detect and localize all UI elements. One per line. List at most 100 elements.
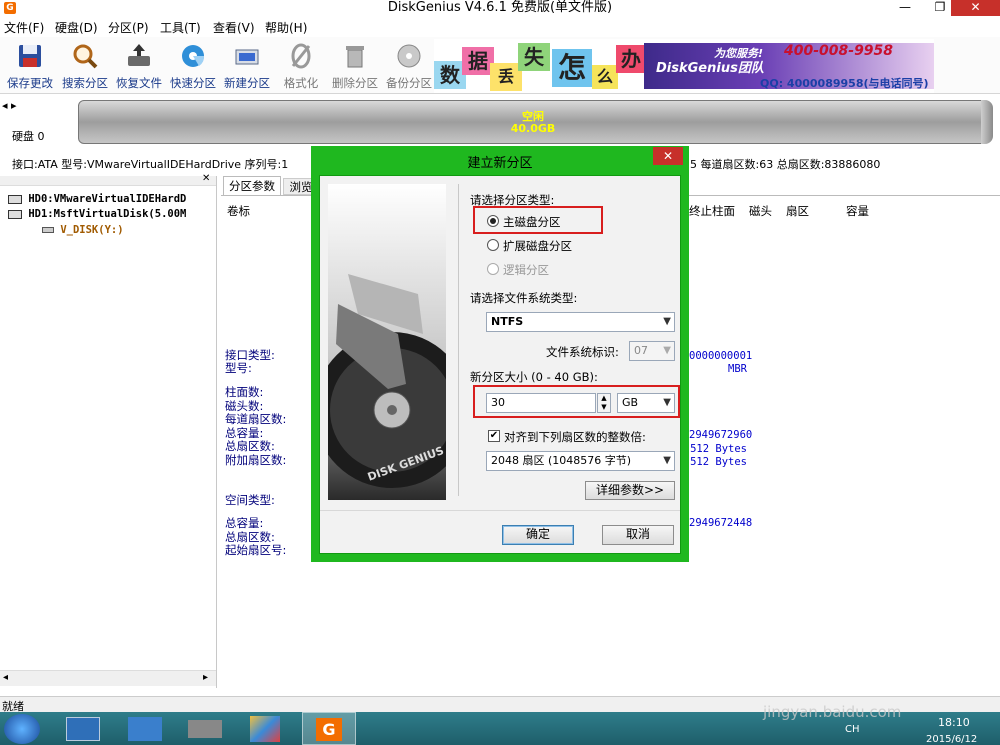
detail-value: 0000000001: [689, 350, 753, 362]
taskbar-app-icon[interactable]: [128, 717, 162, 741]
title-bar: G DiskGenius V4.6.1 免费版(单文件版) — ❐ ✕: [0, 0, 1000, 17]
align-select[interactable]: 2048 扇区 (1048576 字节) ▼: [486, 451, 675, 471]
new-partition-dialog: 建立新分区 ✕ DISK GENIUS 请选择分区类型: 主磁盘分区 扩展磁盘分…: [311, 146, 689, 562]
detail-values-a: 0000000001 MBR: [689, 350, 753, 376]
close-icon[interactable]: ✕: [202, 173, 210, 184]
dialog-close-button[interactable]: ✕: [653, 147, 683, 165]
banner-qq: QQ: 4000089958(与电话同号): [760, 77, 929, 90]
search-icon: [73, 44, 98, 69]
format-icon: [291, 43, 311, 69]
scroll-right-icon[interactable]: ▸: [203, 672, 208, 683]
fs-id-select[interactable]: 07 ▼: [629, 341, 675, 361]
new-partition-icon: [235, 49, 259, 65]
details-group-a: 接口类型: 型号:: [225, 349, 275, 375]
menu-view[interactable]: 查看(V): [213, 19, 255, 36]
save-changes-button[interactable]: 保存更改: [2, 39, 58, 93]
disk-free-label: 空闲 40.0GB: [78, 111, 988, 135]
clock-date: 2015/6/12: [926, 734, 978, 745]
fs-type-label: 请选择文件系统类型:: [470, 291, 578, 305]
horizontal-scrollbar[interactable]: ◂ ▸: [0, 670, 216, 686]
new-partition-button[interactable]: 新建分区: [219, 39, 275, 93]
menu-disk[interactable]: 硬盘(D): [55, 19, 98, 36]
save-icon: [19, 45, 41, 67]
fs-type-select[interactable]: NTFS ▼: [486, 312, 675, 332]
fs-id-value: 07: [634, 344, 648, 357]
delete-partition-button[interactable]: 删除分区: [327, 39, 383, 93]
watermark-logo: Bai du 经验: [770, 648, 948, 683]
hard-drive-icon: DISK GENIUS: [314, 274, 470, 488]
detail-value: 512 Bytes: [690, 456, 747, 468]
tab-partition-params[interactable]: 分区参数: [223, 176, 281, 195]
menu-partition[interactable]: 分区(P): [108, 19, 149, 36]
window-title: DiskGenius V4.6.1 免费版(单文件版): [387, 0, 613, 15]
disk-label: 硬盘 0: [12, 130, 45, 143]
col-header-sector: 扇区: [786, 204, 809, 218]
banner-phone: 400-008-9958: [784, 43, 894, 59]
backup-partition-button[interactable]: 备份分区: [381, 39, 437, 93]
dialog-body: DISK GENIUS 请选择分区类型: 主磁盘分区 扩展磁盘分区 逻辑分区 请…: [314, 175, 681, 554]
scroll-left-icon[interactable]: ◂: [3, 672, 8, 683]
menu-tools[interactable]: 工具(T): [160, 19, 201, 36]
detail-values-d: 2949672448: [689, 517, 753, 529]
menu-help[interactable]: 帮助(H): [265, 19, 307, 36]
fs-id-label: 文件系统标识:: [546, 345, 619, 359]
diskgenius-icon: G: [316, 718, 342, 741]
banner-service: 为您服务!: [714, 47, 764, 60]
menu-bar: 文件(F) 硬盘(D) 分区(P) 工具(T) 查看(V) 帮助(H): [0, 17, 1000, 37]
tree-item-hd0[interactable]: HD0:VMwareVirtualIDEHardD: [8, 193, 186, 205]
taskbar-explorer-icon[interactable]: [66, 717, 100, 741]
radio-logical-dot[interactable]: [487, 263, 499, 275]
dialog-title: 建立新分区: [467, 156, 533, 171]
radio-extended-dot[interactable]: [487, 239, 499, 251]
disk-info-right: 5 每道扇区数:63 总扇区数:83886080: [690, 158, 881, 171]
banner-tile: 么: [592, 65, 618, 89]
radio-extended-label: 扩展磁盘分区: [503, 239, 572, 253]
align-checkbox[interactable]: ✔: [488, 430, 500, 442]
taskbar-device-icon[interactable]: [188, 720, 222, 738]
detail-label: 型号:: [225, 361, 252, 375]
details-group-b: 柱面数: 磁头数: 每道扇区数: 总容量: 总扇区数: 附加扇区数:: [225, 385, 287, 467]
chevron-down-icon: ▼: [663, 455, 671, 466]
search-partition-button[interactable]: 搜索分区: [57, 39, 113, 93]
cancel-button[interactable]: 取消: [602, 525, 674, 545]
ok-button[interactable]: 确定: [502, 525, 574, 545]
detail-label: 柱面数:: [225, 385, 264, 399]
format-button[interactable]: 格式化: [273, 39, 329, 93]
disk-tree-pane: ✕ HD0:VMwareVirtualIDEHardD HD1:MsftVirt…: [0, 173, 217, 688]
detail-label: 起始扇区号:: [225, 543, 287, 557]
start-button[interactable]: [4, 714, 40, 744]
detail-label: 每道扇区数:: [225, 412, 287, 426]
backup-icon: [397, 44, 421, 68]
close-icon[interactable]: ✕: [951, 0, 1000, 16]
minimize-icon[interactable]: —: [890, 0, 920, 16]
details-group-d: 总容量: 总扇区数: 起始扇区号:: [225, 516, 287, 558]
detail-value: 2949672960: [689, 429, 753, 441]
detail-label: 附加扇区数:: [225, 452, 287, 467]
taskbar-paint-icon[interactable]: [250, 716, 280, 742]
banner-tile: 怎: [552, 49, 592, 87]
recover-icon: [128, 44, 150, 66]
menu-file[interactable]: 文件(F): [4, 19, 44, 36]
disk-icon: [8, 209, 22, 219]
tree-item-label: HD1:MsftVirtualDisk(5.00M: [28, 208, 187, 220]
detail-values-b: 2949672960 512 Bytes 512 Bytes: [689, 429, 753, 470]
detail-label: 总扇区数:: [225, 439, 275, 453]
advanced-params-button[interactable]: 详细参数>>: [585, 481, 675, 500]
tree-item-vdisk[interactable]: V_DISK(Y:): [42, 224, 124, 236]
banner-tile: 办: [616, 45, 646, 73]
taskbar-diskgenius-button[interactable]: G: [302, 712, 356, 745]
chevron-down-icon: ▼: [663, 316, 671, 327]
recover-files-button[interactable]: 恢复文件: [111, 39, 167, 93]
detail-label: 总容量:: [225, 425, 264, 440]
free-space-size: 40.0GB: [510, 122, 556, 135]
detail-value: 512 Bytes: [690, 442, 747, 455]
nav-arrows[interactable]: ◂ ▸: [2, 99, 17, 112]
partition-size-label: 新分区大小 (0 - 40 GB):: [470, 370, 598, 384]
highlight-box: [473, 206, 603, 234]
input-language[interactable]: CH: [845, 724, 860, 735]
col-header-end-cylinder: 终止柱面: [689, 204, 735, 218]
ad-banner[interactable]: 数 据 丢 失 怎 么 办 DiskGenius团队 为您服务! 400-008…: [434, 39, 934, 93]
quick-partition-icon: [182, 45, 205, 67]
quick-partition-button[interactable]: 快速分区: [165, 39, 221, 93]
tree-item-hd1[interactable]: HD1:MsftVirtualDisk(5.00M: [8, 208, 186, 220]
